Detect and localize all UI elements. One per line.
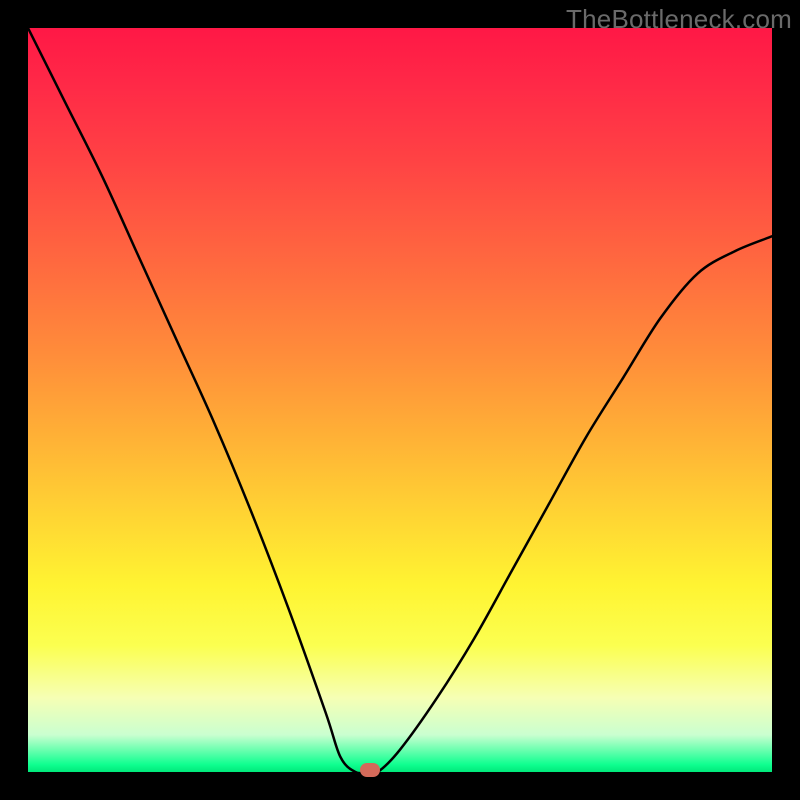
chart-frame: TheBottleneck.com (0, 0, 800, 800)
bottleneck-curve (28, 28, 772, 772)
watermark-text: TheBottleneck.com (566, 4, 792, 35)
optimal-point-marker (360, 763, 380, 777)
curve-path (28, 28, 772, 772)
chart-plot-area (28, 28, 772, 772)
